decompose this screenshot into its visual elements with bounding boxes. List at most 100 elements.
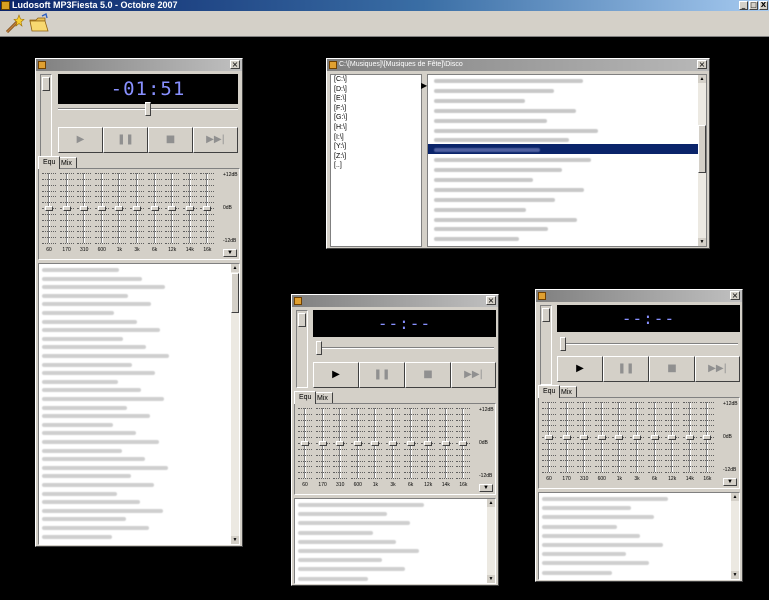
eq-knob[interactable] — [301, 440, 309, 446]
close-button[interactable]: X — [759, 1, 768, 10]
eq-knob[interactable] — [562, 434, 571, 440]
drive-item[interactable]: [..] — [331, 161, 421, 171]
eq-slider-1k[interactable] — [612, 402, 627, 473]
eq-slider-600[interactable] — [94, 173, 109, 244]
volume-thumb[interactable] — [298, 313, 306, 327]
file-item[interactable] — [428, 115, 706, 125]
eq-slider-6k[interactable] — [147, 173, 162, 244]
eq-knob[interactable] — [615, 434, 624, 440]
eq-knob[interactable] — [80, 205, 89, 211]
playlist[interactable]: ▲ ▼ — [294, 498, 496, 584]
player2-close-button[interactable]: × — [486, 296, 496, 305]
next-button[interactable]: ▶▶| — [451, 362, 496, 388]
stop-button[interactable]: ■ — [649, 356, 695, 382]
eq-slider-16k[interactable] — [456, 408, 471, 479]
scroll-down-icon[interactable]: ▼ — [231, 536, 239, 544]
player2-titlebar[interactable]: × — [292, 295, 498, 307]
eq-slider-6k[interactable] — [647, 402, 662, 473]
playlist-scrollbar[interactable]: ▲ ▼ — [487, 499, 495, 583]
minimize-button[interactable]: _ — [739, 1, 748, 10]
eq-knob[interactable] — [406, 440, 415, 446]
scroll-up-icon[interactable]: ▲ — [698, 75, 706, 83]
eq-knob[interactable] — [115, 205, 124, 211]
magic-wand-icon[interactable] — [3, 13, 25, 35]
playlist-item[interactable] — [42, 462, 172, 471]
playlist[interactable]: ▲ ▼ — [38, 263, 240, 545]
playlist-item[interactable] — [542, 493, 672, 502]
playlist-item[interactable] — [542, 557, 672, 566]
eq-slider-12k[interactable] — [421, 408, 436, 479]
tab-equ[interactable]: Equ — [294, 391, 317, 404]
tab-equ[interactable]: Equ — [538, 385, 561, 398]
browser-titlebar[interactable]: C:\[Musiques]\[Musiques de Fête]\Disco × — [327, 59, 709, 71]
pause-button[interactable]: ❚❚ — [603, 356, 649, 382]
playlist-item[interactable] — [42, 350, 172, 359]
drive-item[interactable]: [I:\] — [331, 133, 421, 143]
eq-slider-600[interactable] — [350, 408, 365, 479]
eq-knob[interactable] — [424, 440, 433, 446]
eq-slider-170[interactable] — [315, 408, 330, 479]
volume-slider[interactable] — [296, 310, 308, 388]
seek-bar[interactable] — [58, 102, 238, 116]
eq-slider-16k[interactable] — [700, 402, 715, 473]
playlist-item[interactable] — [542, 530, 672, 539]
eq-knob[interactable] — [185, 205, 194, 211]
file-item[interactable] — [428, 164, 706, 174]
file-browser-window[interactable]: C:\[Musiques]\[Musiques de Fête]\Disco ×… — [326, 58, 710, 249]
seek-thumb[interactable] — [145, 102, 151, 116]
playlist-item[interactable] — [42, 324, 172, 333]
seek-thumb[interactable] — [316, 341, 322, 355]
playlist-item[interactable] — [42, 376, 172, 385]
file-item[interactable] — [428, 154, 706, 164]
eq-knob[interactable] — [580, 434, 589, 440]
volume-slider[interactable] — [40, 74, 52, 159]
eq-knob[interactable] — [441, 440, 450, 446]
eq-slider-12k[interactable] — [165, 173, 180, 244]
playlist-item[interactable] — [42, 410, 172, 419]
scroll-down-icon[interactable]: ▼ — [487, 575, 495, 583]
file-item[interactable] — [428, 184, 706, 194]
eq-knob[interactable] — [353, 440, 362, 446]
playlist-item[interactable] — [298, 554, 428, 563]
file-item[interactable] — [428, 174, 706, 184]
eq-knob[interactable] — [336, 440, 345, 446]
drive-item[interactable]: [H:\] — [331, 123, 421, 133]
eq-knob[interactable] — [97, 205, 106, 211]
playlist-item[interactable] — [42, 522, 172, 531]
eq-slider-170[interactable] — [59, 173, 74, 244]
playlist-item[interactable] — [42, 453, 172, 462]
scroll-down-icon[interactable]: ▼ — [731, 571, 739, 579]
playlist-item[interactable] — [42, 307, 172, 316]
playlist-item[interactable] — [42, 496, 172, 505]
eq-knob[interactable] — [62, 205, 71, 211]
eq-slider-1k[interactable] — [112, 173, 127, 244]
file-item[interactable] — [428, 233, 706, 243]
player3-close-button[interactable]: × — [730, 291, 740, 300]
playlist-item[interactable] — [42, 479, 172, 488]
playlist-item[interactable] — [42, 402, 172, 411]
maximize-button[interactable]: □ — [749, 1, 758, 10]
eq-preset-dropdown[interactable]: ▼ — [723, 478, 737, 486]
volume-slider[interactable] — [540, 305, 552, 385]
volume-thumb[interactable] — [542, 308, 550, 322]
playlist-scrollbar[interactable]: ▲ ▼ — [231, 264, 239, 544]
file-item[interactable] — [428, 95, 706, 105]
drive-item[interactable]: [Z:\] — [331, 152, 421, 162]
seek-bar[interactable] — [560, 337, 738, 351]
playlist-item[interactable] — [298, 499, 428, 508]
playlist-item[interactable] — [42, 273, 172, 282]
eq-knob[interactable] — [168, 205, 177, 211]
eq-slider-310[interactable] — [77, 173, 92, 244]
file-scrollbar[interactable]: ▲ ▼ — [698, 75, 706, 246]
eq-slider-170[interactable] — [559, 402, 574, 473]
scroll-up-icon[interactable]: ▲ — [231, 264, 239, 272]
playlist-item[interactable] — [42, 487, 172, 496]
seek-thumb[interactable] — [560, 337, 566, 351]
eq-knob[interactable] — [633, 434, 641, 440]
eq-slider-600[interactable] — [594, 402, 609, 473]
eq-knob[interactable] — [318, 440, 327, 446]
file-item[interactable] — [428, 204, 706, 214]
file-item[interactable] — [428, 124, 706, 134]
playlist[interactable]: ▲ ▼ — [538, 492, 740, 580]
eq-slider-16k[interactable] — [200, 173, 215, 244]
